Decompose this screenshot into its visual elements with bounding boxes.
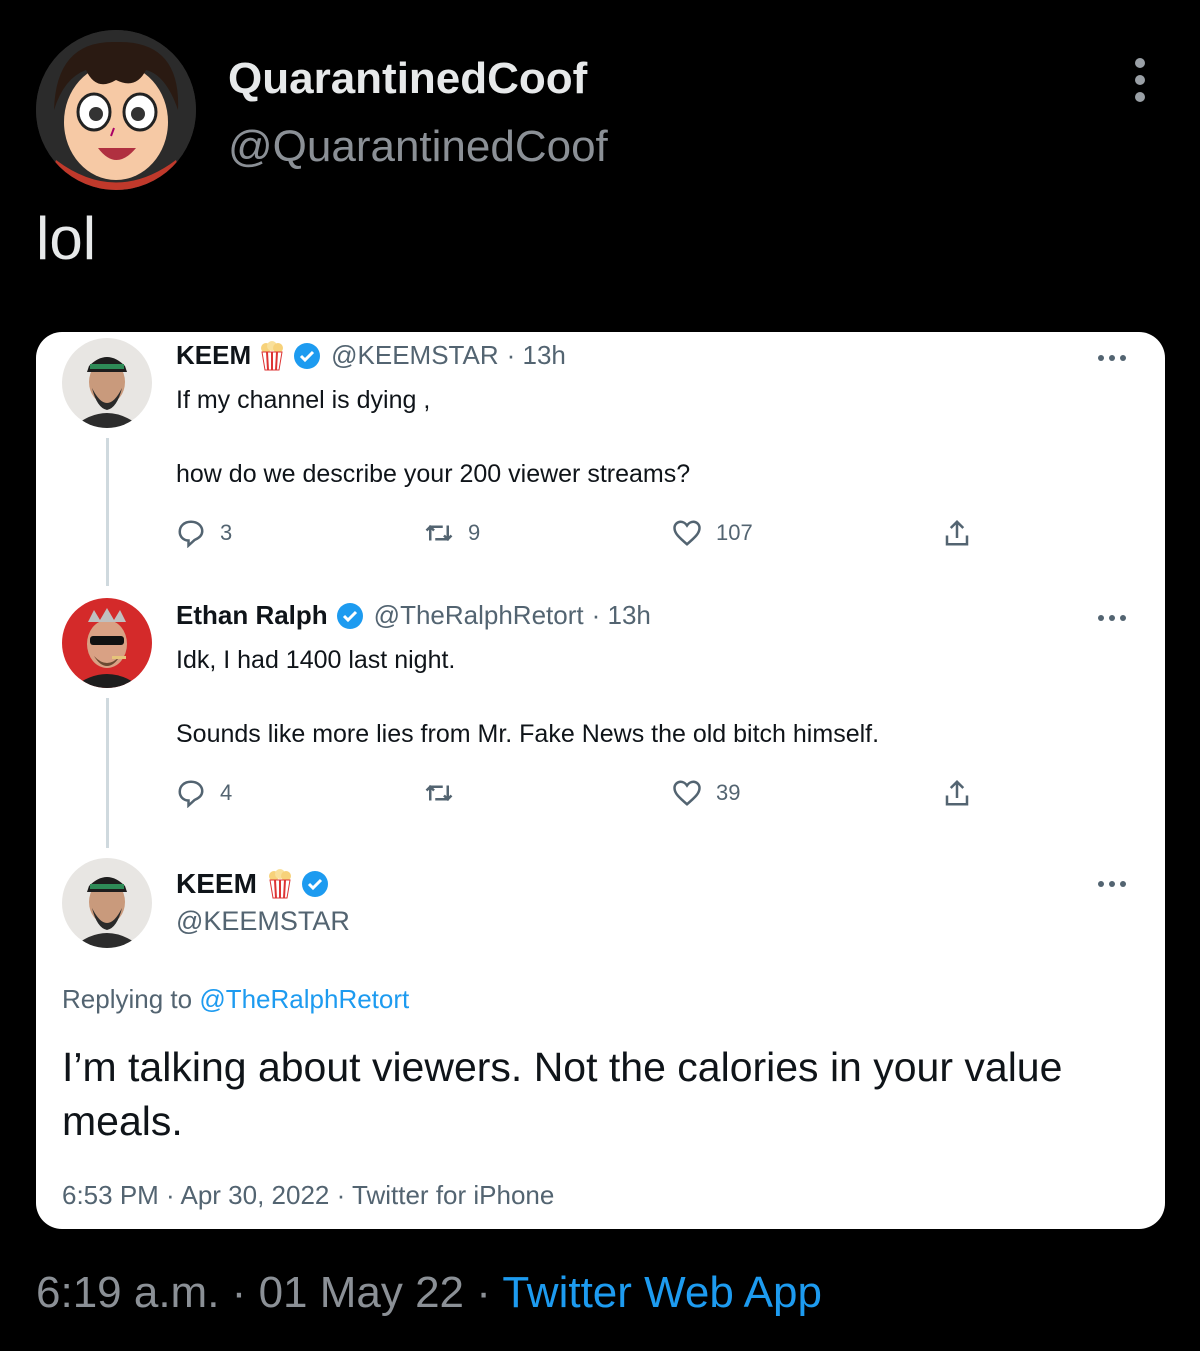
tweet1-age[interactable]: · 13h <box>507 340 566 371</box>
main-tweet-meta[interactable]: 6:53 PM · Apr 30, 2022 · Twitter for iPh… <box>62 1180 554 1211</box>
tweet2-name[interactable]: Ethan Ralph <box>176 600 328 631</box>
tweet1-name[interactable]: KEEM <box>176 340 251 371</box>
share-icon <box>945 779 969 806</box>
outer-time[interactable]: 6:19 a.m. <box>36 1268 219 1317</box>
tweet2-age[interactable]: · 13h <box>592 600 651 631</box>
retweet-icon <box>425 784 453 802</box>
retweet-button[interactable] <box>424 778 468 808</box>
separator: · <box>231 1268 247 1317</box>
tweet2-line1: Idk, I had 1400 last night. <box>176 646 456 674</box>
outer-tweet-text: lol <box>36 205 97 272</box>
verified-badge-icon <box>336 602 364 630</box>
reply-button[interactable]: 3 <box>176 518 232 548</box>
outer-display-name[interactable]: QuarantinedCoof <box>228 54 587 104</box>
separator: · <box>476 1268 491 1317</box>
retweet-count: 9 <box>468 520 481 545</box>
share-button[interactable] <box>942 518 986 548</box>
share-button[interactable] <box>942 778 986 808</box>
outer-tweet-footer: 6:19 a.m. · 01 May 22 · Twitter Web App <box>36 1268 822 1318</box>
outer-app-link[interactable]: Twitter Web App <box>502 1268 822 1317</box>
reply-count: 3 <box>220 520 233 545</box>
tweet1-handle[interactable]: @KEEMSTAR <box>331 340 499 371</box>
tweet2-line2: Sounds like more lies from Mr. Fake News… <box>176 720 880 748</box>
tweet1-line2: how do we describe your 200 viewer strea… <box>176 460 691 488</box>
popcorn-icon <box>259 340 285 371</box>
replying-to-link[interactable]: @TheRalphRetort <box>199 984 409 1014</box>
tweet1-line1: If my channel is dying , <box>176 386 431 414</box>
tweet2-header: Ethan Ralph @TheRalphRetort · 13h <box>176 600 651 631</box>
heart-icon <box>673 780 701 806</box>
like-button[interactable]: 39 <box>672 778 740 808</box>
tweet2-actions: 4 39 <box>176 778 976 818</box>
retweet-button[interactable]: 9 <box>424 518 480 548</box>
quoted-tweet-card[interactable]: KEEM @KEEMSTAR · 13h If my channel is dy… <box>36 332 1165 1229</box>
verified-badge-icon <box>301 870 329 898</box>
thread-line <box>106 698 109 848</box>
tweet1-header: KEEM @KEEMSTAR · 13h <box>176 340 566 371</box>
reply-count: 4 <box>220 780 233 805</box>
reply-icon <box>178 520 204 548</box>
like-count: 39 <box>716 780 741 805</box>
tweet1-actions: 3 9 107 <box>176 518 976 558</box>
outer-avatar[interactable] <box>36 30 196 190</box>
thread-line <box>106 438 109 586</box>
keem-avatar[interactable] <box>62 858 152 948</box>
tweet2-handle[interactable]: @TheRalphRetort <box>374 600 584 631</box>
main-tweet-name[interactable]: KEEM <box>176 868 257 900</box>
reply-button[interactable]: 4 <box>176 778 232 808</box>
more-options-icon[interactable] <box>1128 58 1152 102</box>
keem-avatar[interactable] <box>62 338 152 428</box>
outer-date[interactable]: 01 May 22 <box>259 1268 464 1317</box>
reply-icon <box>178 780 204 808</box>
outer-handle[interactable]: @QuarantinedCoof <box>228 122 608 172</box>
like-button[interactable]: 107 <box>672 518 753 548</box>
main-tweet-more-icon[interactable] <box>1098 878 1126 890</box>
replying-to: Replying to @TheRalphRetort <box>62 984 409 1015</box>
main-tweet-text: I’m talking about viewers. Not the calor… <box>62 1044 1063 1144</box>
popcorn-icon <box>267 869 293 899</box>
main-tweet-handle[interactable]: @KEEMSTAR <box>176 906 350 937</box>
tweet1-more-icon[interactable] <box>1098 352 1126 364</box>
like-count: 107 <box>716 520 753 545</box>
share-icon <box>945 519 969 546</box>
retweet-icon <box>425 524 453 542</box>
heart-icon <box>673 520 701 546</box>
ethan-ralph-avatar[interactable] <box>62 598 152 688</box>
verified-badge-icon <box>293 342 321 370</box>
main-tweet-name-row: KEEM <box>176 868 329 900</box>
replying-prefix: Replying to <box>62 984 193 1014</box>
tweet2-more-icon[interactable] <box>1098 612 1126 624</box>
